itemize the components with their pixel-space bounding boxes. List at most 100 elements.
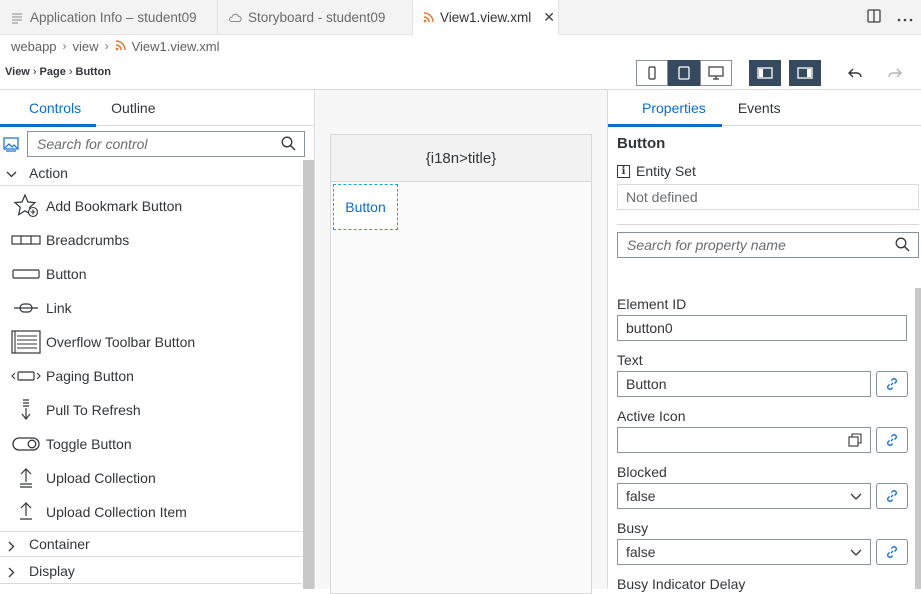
rss-icon	[115, 39, 126, 54]
page-title: {i18n>title}	[425, 149, 497, 167]
blocked-binding-button[interactable]	[876, 483, 908, 509]
entity-set-label: i Entity Set	[617, 163, 696, 179]
chevron-right-icon: ›	[32, 66, 37, 78]
more-actions-icon[interactable]	[897, 10, 913, 25]
group-container[interactable]: Container	[0, 531, 302, 557]
device-frame: {i18n>title} Button	[330, 134, 592, 594]
control-item[interactable]: Paging Button	[0, 359, 302, 393]
property-search-input[interactable]: Search for property name	[617, 232, 919, 258]
control-label: Link	[46, 300, 72, 316]
search-placeholder: Search for property name	[627, 237, 786, 253]
value-help-icon[interactable]	[848, 433, 862, 450]
control-item[interactable]: Upload Collection	[0, 461, 302, 495]
chevron-down-icon[interactable]	[850, 545, 862, 561]
tab-storyboard[interactable]: Storyboard - student09	[218, 0, 413, 35]
control-item[interactable]: Upload Collection Item	[0, 495, 302, 529]
search-icon[interactable]	[895, 237, 910, 255]
breadcrumb-item[interactable]: webapp	[11, 39, 57, 54]
control-search-input[interactable]: Search for control	[27, 131, 305, 157]
group-action[interactable]: Action	[0, 160, 302, 186]
active-icon-input[interactable]	[617, 427, 871, 453]
control-item[interactable]: Button	[0, 257, 302, 291]
tab-label: View1.view.xml	[440, 9, 532, 25]
close-icon[interactable]: ✕	[543, 9, 555, 26]
control-label: Upload Collection Item	[46, 504, 187, 520]
tablet-view-button[interactable]	[668, 60, 700, 86]
upload-icon	[10, 500, 42, 524]
pull-refresh-icon	[10, 398, 42, 422]
control-breadcrumb: View › Page › Button	[5, 66, 111, 78]
chevron-right-icon	[6, 565, 17, 581]
tab-view1-xml[interactable]: View1.view.xml ✕	[413, 0, 559, 35]
link-icon	[887, 546, 897, 558]
control-item[interactable]: Pull To Refresh	[0, 393, 302, 427]
paging-button-icon	[10, 364, 42, 388]
button-icon	[10, 262, 42, 286]
redo-icon	[888, 68, 902, 78]
editor-tab-bar: Application Info – student09 Storyboard …	[0, 0, 921, 35]
rss-icon	[423, 10, 434, 24]
tablet-icon	[678, 66, 690, 80]
tab-events[interactable]: Events	[722, 90, 797, 126]
text-input[interactable]: Button	[617, 371, 871, 397]
breadcrumb-item[interactable]: View1.view.xml	[132, 39, 220, 54]
control-item[interactable]: Link	[0, 291, 302, 325]
element-id-input[interactable]: button0	[617, 315, 907, 341]
redo-button[interactable]	[879, 60, 911, 86]
chevron-right-icon: ›	[62, 39, 67, 53]
right-panel-icon	[797, 67, 813, 79]
link-icon	[10, 296, 42, 320]
group-label: Action	[29, 164, 68, 181]
breadcrumb-item[interactable]: view	[73, 39, 99, 54]
undo-button[interactable]	[839, 60, 871, 86]
control-label: Breadcrumbs	[46, 232, 130, 248]
control-item[interactable]: Toggle Button	[0, 427, 302, 461]
info-icon[interactable]: i	[617, 164, 630, 178]
tab-label: Application Info – student09	[30, 10, 197, 25]
control-label: Overflow Toolbar Button	[46, 334, 196, 350]
toggle-left-pane-button[interactable]	[749, 60, 781, 86]
blocked-value: false	[626, 488, 656, 504]
gallery-icon[interactable]	[3, 137, 19, 155]
tab-controls[interactable]: Controls	[0, 90, 97, 127]
cloud-icon	[228, 11, 242, 25]
crumb-button[interactable]: Button	[76, 66, 111, 78]
tab-outline[interactable]: Outline	[96, 90, 170, 126]
chevron-right-icon	[6, 539, 17, 555]
star-add-icon	[10, 194, 42, 218]
left-panel-tabs: Controls Outline	[0, 90, 314, 127]
control-item[interactable]: Add Bookmark Button	[0, 189, 302, 223]
toggle-right-pane-button[interactable]	[789, 60, 821, 86]
search-icon[interactable]	[281, 136, 296, 154]
blocked-select[interactable]: false	[617, 483, 871, 509]
phone-view-button[interactable]	[636, 60, 668, 86]
control-label: Upload Collection	[46, 470, 156, 486]
split-editor-icon[interactable]	[867, 9, 881, 26]
page-header[interactable]: {i18n>title}	[331, 135, 591, 182]
crumb-view[interactable]: View	[5, 66, 30, 78]
busy-binding-button[interactable]	[876, 539, 908, 565]
undo-icon	[848, 68, 862, 78]
crumb-page[interactable]: Page	[40, 66, 66, 78]
toggle-icon	[10, 432, 42, 456]
control-item[interactable]: Breadcrumbs	[0, 223, 302, 257]
canvas-button-selected[interactable]: Button	[333, 184, 398, 230]
busy-select[interactable]: false	[617, 539, 871, 565]
entity-set-field[interactable]: Not defined	[617, 184, 919, 210]
properties-scrollbar[interactable]	[915, 288, 921, 589]
properties-panel: Properties Events Button i Entity Set No…	[607, 90, 921, 592]
chevron-down-icon[interactable]	[850, 489, 862, 505]
right-panel-tabs: Properties Events	[608, 90, 921, 127]
group-display[interactable]: Display	[0, 558, 302, 584]
link-icon	[887, 490, 897, 502]
tab-properties[interactable]: Properties	[608, 90, 722, 127]
control-item[interactable]: Overflow Toolbar Button	[0, 325, 302, 359]
text-label: Text	[617, 352, 643, 368]
busy-value: false	[626, 544, 656, 560]
controls-scrollbar[interactable]	[303, 160, 314, 589]
desktop-view-button[interactable]	[700, 60, 732, 86]
design-canvas: {i18n>title} Button	[316, 90, 607, 594]
text-binding-button[interactable]	[876, 371, 908, 397]
active-icon-binding-button[interactable]	[876, 427, 908, 453]
tab-application-info[interactable]: Application Info – student09	[0, 0, 218, 35]
